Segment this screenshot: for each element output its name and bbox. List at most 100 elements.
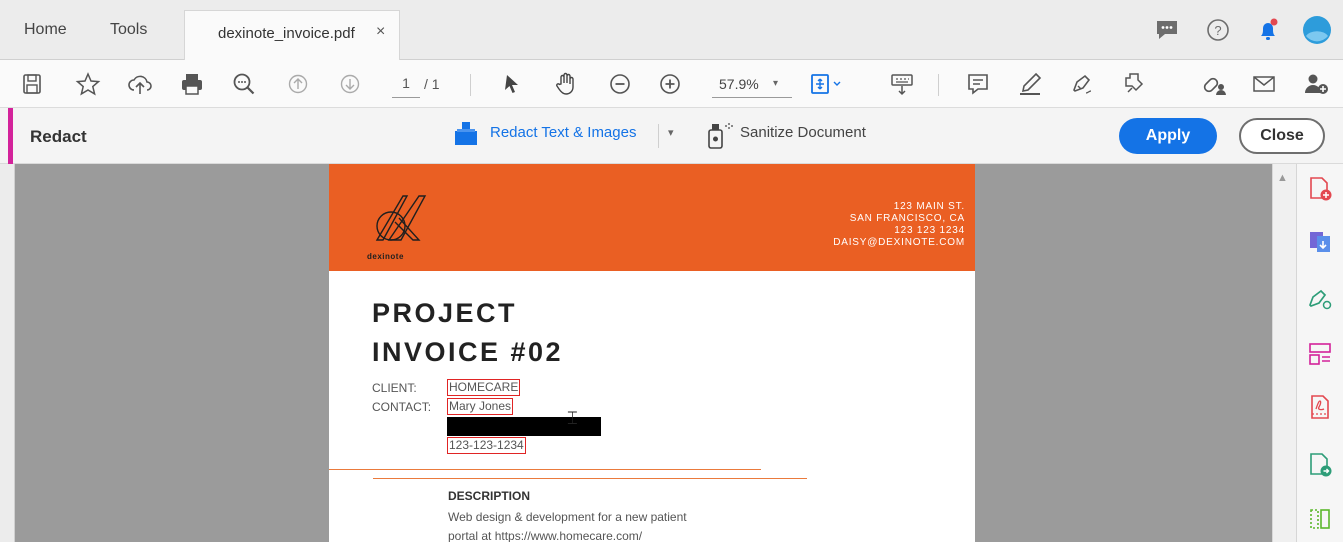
hand-tool-button[interactable]: [552, 70, 580, 98]
client-label: CLIENT:: [372, 381, 417, 395]
help-icon[interactable]: ?: [1204, 16, 1232, 44]
arrow-down-circle-icon: [340, 74, 360, 94]
email-button[interactable]: [1250, 70, 1278, 98]
page-number-input[interactable]: 1: [392, 72, 420, 98]
avatar[interactable]: [1302, 15, 1332, 45]
pdf-page[interactable]: dexinote 123 MAIN ST. SAN FRANCISCO, CA …: [329, 164, 975, 542]
redact-tool-title: Redact: [30, 127, 87, 146]
envelope-icon: [1253, 76, 1275, 92]
comment-note-icon: [968, 74, 988, 95]
cloud-upload-icon: [128, 75, 152, 94]
highlight-button[interactable]: [1016, 70, 1044, 98]
tab-bar: Home Tools dexinote_invoice.pdf × ?: [0, 0, 1343, 60]
upload-cloud-button[interactable]: [126, 70, 154, 98]
description-line: portal at https://www.homecare.com/: [448, 529, 643, 542]
sign-button[interactable]: [1068, 70, 1096, 98]
zoom-level-value: 57.9%: [719, 76, 759, 92]
save-icon: [23, 74, 41, 94]
add-person-icon: [1305, 74, 1328, 94]
svg-text:?: ?: [1214, 23, 1221, 38]
dropdown-divider: [658, 124, 659, 148]
description-line: Web design & development for a new patie…: [448, 510, 687, 524]
address-city: SAN FRANCISCO, CA: [849, 213, 965, 224]
add-user-button[interactable]: [1302, 70, 1330, 98]
client-value-redaction-mark[interactable]: HOMECARE: [447, 379, 521, 396]
comment-chat-icon[interactable]: [1153, 16, 1181, 44]
redact-text-images-button[interactable]: Redact Text & Images: [490, 124, 636, 141]
scroll-up-arrow-icon[interactable]: ▲: [1277, 172, 1288, 184]
divider-line: [329, 469, 761, 470]
star-icon: [75, 72, 101, 96]
export-share-icon[interactable]: [1307, 452, 1333, 478]
invoice-title-line2: INVOICE #02: [372, 337, 564, 367]
tab-document[interactable]: dexinote_invoice.pdf ×: [184, 10, 400, 60]
export-pdf-icon[interactable]: [1307, 229, 1333, 255]
fit-page-icon: [811, 74, 841, 94]
text-cursor-icon: ⌶: [567, 408, 578, 428]
tab-tools[interactable]: Tools: [110, 0, 147, 60]
arrow-up-circle-icon: [288, 74, 308, 94]
share-link-button[interactable]: [1200, 70, 1228, 98]
keyboard-down-icon: [891, 74, 913, 96]
redact-marker-icon[interactable]: [453, 120, 479, 148]
printer-icon: [182, 74, 202, 95]
pen-highlight-icon: [1020, 72, 1042, 95]
zoom-in-button[interactable]: [656, 70, 684, 98]
address-email: DAISY@DEXINOTE.COM: [833, 237, 965, 248]
contact-label: CONTACT:: [372, 400, 432, 414]
prepare-form-icon[interactable]: [1307, 341, 1333, 367]
address-phone: 123 123 1234: [894, 225, 965, 236]
document-tab-title: dexinote_invoice.pdf: [218, 25, 355, 42]
fill-sign-pen-icon[interactable]: [1307, 285, 1333, 311]
magnifier-icon: [233, 73, 255, 95]
close-button[interactable]: Close: [1239, 118, 1325, 154]
plus-circle-icon: [660, 74, 680, 94]
fill-sign-button[interactable]: [1120, 70, 1148, 98]
cursor-arrow-icon: [505, 75, 518, 93]
description-text: Web design & development for a new patie…: [448, 508, 808, 542]
bookmark-button[interactable]: [74, 70, 102, 98]
notification-bell-icon[interactable]: [1254, 16, 1282, 44]
sanitize-document-button[interactable]: Sanitize Document: [740, 124, 866, 141]
zoom-out-search-button[interactable]: [230, 70, 258, 98]
print-button[interactable]: [178, 70, 206, 98]
invoice-header-band: dexinote 123 MAIN ST. SAN FRANCISCO, CA …: [329, 164, 975, 271]
organize-pages-icon[interactable]: [1307, 506, 1333, 532]
address-street: 123 MAIN ST.: [893, 201, 965, 212]
fit-page-button[interactable]: [808, 70, 848, 98]
applied-redaction-block[interactable]: [447, 417, 601, 436]
vertical-scrollbar[interactable]: [1272, 164, 1296, 542]
save-button[interactable]: [18, 70, 46, 98]
dexinote-logo: [375, 195, 427, 241]
phone-value-redaction-mark[interactable]: 123-123-1234: [447, 437, 526, 454]
redact-options-dropdown[interactable]: ▾: [668, 126, 674, 139]
left-panel-collapsed[interactable]: [0, 164, 14, 542]
close-tab-button[interactable]: ×: [376, 23, 385, 41]
toolbar-divider: [938, 74, 939, 96]
select-tool-button[interactable]: [498, 70, 526, 98]
redact-toolbar: Redact Redact Text & Images ▾ Sanitize D…: [0, 108, 1343, 164]
chevron-down-icon: ▾: [772, 78, 778, 89]
apply-button[interactable]: Apply: [1119, 118, 1217, 154]
logo-wordmark: dexinote: [367, 252, 404, 261]
create-pdf-icon[interactable]: [1307, 176, 1333, 202]
tab-home[interactable]: Home: [24, 0, 67, 60]
toolbar-divider: [470, 74, 471, 96]
contact-value-redaction-mark[interactable]: Mary Jones: [447, 398, 514, 415]
edit-pdf-icon[interactable]: [1307, 394, 1333, 420]
sanitize-spray-icon[interactable]: [705, 120, 735, 150]
panel-divider: [14, 164, 15, 542]
minus-circle-icon: [610, 74, 630, 94]
invoice-title-line1: PROJECT: [372, 298, 518, 328]
previous-page-button[interactable]: [284, 70, 312, 98]
zoom-level-select[interactable]: 57.9% ▾: [712, 72, 792, 98]
next-page-button[interactable]: [336, 70, 364, 98]
fountain-pen-sign-icon: [1073, 74, 1092, 94]
send-pen-icon: [1125, 73, 1144, 93]
hand-icon: [556, 72, 574, 95]
description-heading: DESCRIPTION: [448, 489, 531, 503]
comment-button[interactable]: [964, 70, 992, 98]
zoom-out-button[interactable]: [606, 70, 634, 98]
scrolling-mode-button[interactable]: [888, 70, 916, 98]
main-toolbar: 1 / 1 57.9% ▾: [0, 60, 1343, 108]
